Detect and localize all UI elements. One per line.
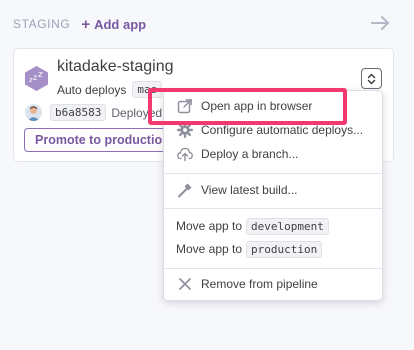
menu-item-open-app[interactable]: Open app in browser: [164, 95, 382, 117]
app-name[interactable]: kitadake-staging: [57, 58, 174, 76]
production-badge: production: [246, 240, 323, 258]
close-icon: [179, 278, 191, 290]
menu-item-configure-auto-deploys[interactable]: Configure automatic deploys...: [164, 119, 382, 141]
app-menu-toggle-button[interactable]: [361, 68, 382, 89]
move-app-text: Move app to: [176, 219, 243, 233]
promote-to-production-button[interactable]: Promote to production...: [24, 128, 168, 152]
menu-item-move-to-production[interactable]: Move app to production: [164, 238, 382, 260]
menu-item-view-latest-build[interactable]: View latest build...: [164, 179, 382, 201]
move-app-text: Move app to: [176, 242, 243, 256]
svg-text:z: z: [33, 73, 37, 82]
branch-badge: mas: [132, 81, 163, 98]
app-sleeping-icon: z z z: [25, 66, 48, 91]
menu-item-label: Deploy a branch...: [201, 147, 299, 161]
add-app-label: Add app: [94, 16, 147, 32]
menu-divider: [164, 173, 382, 174]
deploy-row: b6a8583 Deployed a: [25, 104, 172, 121]
gear-icon: [177, 122, 193, 138]
menu-item-label: Open app in browser: [201, 99, 313, 113]
user-avatar: [25, 104, 42, 121]
menu-item-move-to-development[interactable]: Move app to development: [164, 215, 382, 237]
menu-item-deploy-branch[interactable]: Deploy a branch...: [164, 143, 382, 165]
menu-item-label: Remove from pipeline: [201, 277, 318, 291]
auto-deploy-text: Auto deploys: [57, 82, 127, 97]
development-badge: development: [246, 217, 329, 235]
menu-item-label: View latest build...: [201, 183, 298, 197]
stage-title: STAGING: [13, 17, 71, 31]
auto-deploy-info: Auto deploys mas: [57, 81, 163, 98]
commit-hash[interactable]: b6a8583: [50, 104, 107, 121]
plus-icon: +: [81, 15, 91, 33]
menu-divider: [164, 208, 382, 209]
add-app-button[interactable]: + Add app: [81, 17, 146, 32]
upload-icon: [177, 147, 193, 162]
external-link-icon: [177, 99, 192, 114]
stage-header: STAGING + Add app: [13, 16, 146, 32]
menu-divider: [164, 268, 382, 269]
menu-item-label: Move app to development: [176, 217, 329, 235]
menu-item-label: Configure automatic deploys...: [201, 123, 364, 137]
app-dropdown-menu: Open app in browser Configure automatic …: [163, 90, 383, 301]
hammer-icon: [178, 183, 192, 198]
menu-item-label: Move app to production: [176, 240, 323, 258]
arrow-right-icon[interactable]: [370, 14, 392, 32]
svg-text:z: z: [38, 70, 43, 80]
chevron-up-down-icon: [367, 73, 376, 84]
menu-item-remove-from-pipeline[interactable]: Remove from pipeline: [164, 273, 382, 295]
